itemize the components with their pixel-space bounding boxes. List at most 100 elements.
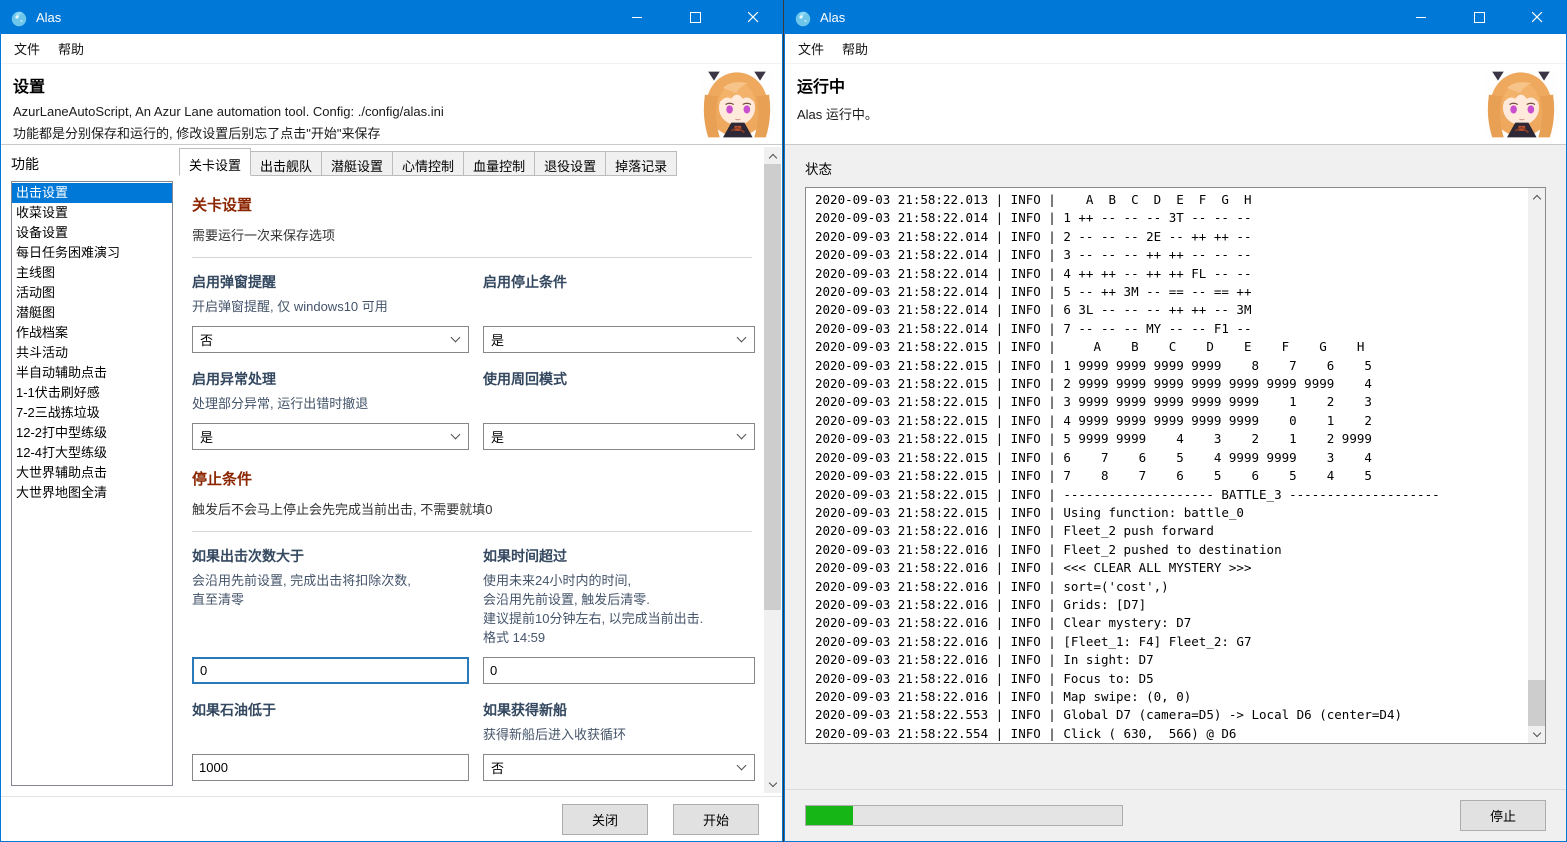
scroll-up-icon[interactable] bbox=[764, 147, 781, 164]
start-button[interactable]: 开始 bbox=[673, 804, 759, 835]
field-label: 启用异常处理 bbox=[192, 369, 469, 389]
dropdown-启用异常处理[interactable]: 是 bbox=[192, 423, 469, 450]
title-bar[interactable]: Alas bbox=[785, 1, 1566, 34]
maximize-icon bbox=[690, 12, 701, 23]
title-bar[interactable]: Alas bbox=[1, 1, 782, 34]
dropdown-启用弹窗提醒[interactable]: 否 bbox=[192, 326, 469, 353]
log-line: 2020-09-03 21:58:22.014 | INFO | 2 -- --… bbox=[815, 228, 1525, 246]
menu-item-帮助[interactable]: 帮助 bbox=[833, 34, 877, 63]
sidebar-item[interactable]: 潜艇图 bbox=[12, 303, 172, 323]
log-line: 2020-09-03 21:58:22.554 | INFO | Click (… bbox=[815, 725, 1525, 743]
sidebar-item[interactable]: 设备设置 bbox=[12, 223, 172, 243]
divider bbox=[192, 257, 752, 258]
sidebar-item[interactable]: 半自动辅助点击 bbox=[12, 363, 172, 383]
field-label: 如果石油低于 bbox=[192, 700, 469, 720]
scrollbar-thumb[interactable] bbox=[764, 164, 781, 610]
input-如果时间超过[interactable]: 0 bbox=[483, 657, 755, 684]
log-box: 2020-09-03 21:58:22.013 | INFO | A B C D… bbox=[805, 187, 1546, 744]
tab-出击舰队[interactable]: 出击舰队 bbox=[250, 151, 322, 176]
sidebar-item[interactable]: 主线图 bbox=[12, 263, 172, 283]
log-line: 2020-09-03 21:58:22.015 | INFO | 6 7 6 5… bbox=[815, 449, 1525, 467]
fields-grid: 启用弹窗提醒开启弹窗提醒, 仅 windows10 可用否启用停止条件是启用异常… bbox=[192, 272, 752, 450]
tab-潜艇设置[interactable]: 潜艇设置 bbox=[321, 151, 393, 176]
log-line: 2020-09-03 21:58:22.014 | INFO | 4 ++ ++… bbox=[815, 265, 1525, 283]
scroll-down-icon[interactable] bbox=[764, 776, 781, 793]
sidebar-item[interactable]: 大世界地图全清 bbox=[12, 483, 172, 503]
sidebar-list[interactable]: 出击设置收菜设置设备设置每日任务困难演习主线图活动图潜艇图作战档案共斗活动半自动… bbox=[11, 181, 173, 786]
runner-window: Alas 文件帮助 运行中 Alas 运行中。 bbox=[784, 0, 1567, 842]
close-button[interactable] bbox=[1508, 1, 1566, 34]
log-line: 2020-09-03 21:58:22.016 | INFO | Grids: … bbox=[815, 596, 1525, 614]
dropdown-启用停止条件[interactable]: 是 bbox=[483, 326, 755, 353]
log-line: 2020-09-03 21:58:22.016 | INFO | Map swi… bbox=[815, 688, 1525, 706]
field-label: 如果获得新船 bbox=[483, 700, 755, 720]
field-description: 开启弹窗提醒, 仅 windows10 可用 bbox=[192, 297, 469, 316]
menu-item-帮助[interactable]: 帮助 bbox=[49, 34, 93, 63]
sidebar-item[interactable]: 12-4打大型练级 bbox=[12, 443, 172, 463]
scroll-down-icon[interactable] bbox=[1528, 726, 1545, 743]
menu-item-文件[interactable]: 文件 bbox=[789, 34, 833, 63]
field-description: 使用未来24小时内的时间, bbox=[483, 571, 755, 590]
log-line: 2020-09-03 21:58:22.015 | INFO | Using f… bbox=[815, 504, 1525, 522]
dropdown-使用周回模式[interactable]: 是 bbox=[483, 423, 755, 450]
log-line: 2020-09-03 21:58:22.013 | INFO | A B C D… bbox=[815, 191, 1525, 209]
dropdown-value: 否 bbox=[491, 758, 504, 777]
scrollbar-thumb[interactable] bbox=[1528, 680, 1545, 726]
close-settings-button[interactable]: 关闭 bbox=[562, 804, 648, 835]
tab-关卡设置[interactable]: 关卡设置 bbox=[179, 148, 251, 176]
input-value: 1000 bbox=[199, 760, 228, 775]
maximize-button[interactable] bbox=[666, 1, 724, 34]
runner-footer: 停止 bbox=[785, 789, 1566, 841]
menu-item-文件[interactable]: 文件 bbox=[5, 34, 49, 63]
section-heading: 停止条件 bbox=[192, 468, 752, 489]
maximize-button[interactable] bbox=[1450, 1, 1508, 34]
tab-掉落记录[interactable]: 掉落记录 bbox=[605, 151, 677, 176]
scroll-up-icon[interactable] bbox=[1528, 188, 1545, 205]
minimize-button[interactable] bbox=[608, 1, 666, 34]
settings-scrollbar[interactable] bbox=[764, 147, 781, 793]
input-value: 0 bbox=[490, 663, 497, 678]
form-field: 如果时间超过使用未来24小时内的时间,会沿用先前设置, 触发后清零.建议提前10… bbox=[483, 546, 755, 684]
sidebar-item[interactable]: 收菜设置 bbox=[12, 203, 172, 223]
sidebar-item[interactable]: 1-1伏击刷好感 bbox=[12, 383, 172, 403]
tab-血量控制[interactable]: 血量控制 bbox=[463, 151, 535, 176]
input-如果出击次数大于[interactable]: 0 bbox=[192, 657, 469, 684]
sidebar-item[interactable]: 活动图 bbox=[12, 283, 172, 303]
sidebar-item[interactable]: 作战档案 bbox=[12, 323, 172, 343]
divider bbox=[192, 531, 752, 532]
close-button[interactable] bbox=[724, 1, 782, 34]
form-field: 启用弹窗提醒开启弹窗提醒, 仅 windows10 可用否 bbox=[192, 272, 469, 353]
runner-title: 运行中 bbox=[797, 73, 1566, 97]
log-line: 2020-09-03 21:58:22.014 | INFO | 7 -- --… bbox=[815, 320, 1525, 338]
tab-心情控制[interactable]: 心情控制 bbox=[392, 151, 464, 176]
log-line: 2020-09-03 21:58:22.014 | INFO | 3 -- --… bbox=[815, 246, 1525, 264]
menu-bar-right: 文件帮助 bbox=[785, 34, 1566, 64]
input-value: 0 bbox=[200, 663, 207, 678]
log-scrollbar[interactable] bbox=[1528, 188, 1545, 743]
tab-退役设置[interactable]: 退役设置 bbox=[534, 151, 606, 176]
log-line: 2020-09-03 21:58:22.015 | INFO | 3 9999 … bbox=[815, 393, 1525, 411]
sidebar-item[interactable]: 7-2三战拣垃圾 bbox=[12, 403, 172, 423]
sidebar-item[interactable]: 共斗活动 bbox=[12, 343, 172, 363]
minimize-button[interactable] bbox=[1392, 1, 1450, 34]
log-line: 2020-09-03 21:58:22.014 | INFO | 1 ++ --… bbox=[815, 209, 1525, 227]
log-line: 2020-09-03 21:58:22.016 | INFO | Fleet_2… bbox=[815, 522, 1525, 540]
settings-body: 功能 出击设置收菜设置设备设置每日任务困难演习主线图活动图潜艇图作战档案共斗活动… bbox=[1, 145, 782, 796]
field-label: 启用弹窗提醒 bbox=[192, 272, 469, 292]
status-label: 状态 bbox=[805, 158, 1546, 178]
sidebar-item[interactable]: 大世界辅助点击 bbox=[12, 463, 172, 483]
header-subtitle-1: AzurLaneAutoScript, An Azur Lane automat… bbox=[13, 104, 782, 119]
sidebar-item[interactable]: 12-2打中型练级 bbox=[12, 423, 172, 443]
log-line: 2020-09-03 21:58:22.016 | INFO | <<< CLE… bbox=[815, 559, 1525, 577]
input-如果石油低于[interactable]: 1000 bbox=[192, 754, 469, 781]
log-line: 2020-09-03 21:58:22.015 | INFO | 2 9999 … bbox=[815, 375, 1525, 393]
log-line: 2020-09-03 21:58:22.016 | INFO | [Fleet_… bbox=[815, 633, 1525, 651]
dropdown-如果获得新船[interactable]: 否 bbox=[483, 754, 755, 781]
form-field: 如果出击次数大于会沿用先前设置, 完成出击将扣除次数,直至清零0 bbox=[192, 546, 469, 684]
runner-header: 运行中 Alas 运行中。 bbox=[785, 64, 1566, 145]
stop-button[interactable]: 停止 bbox=[1460, 800, 1546, 831]
sidebar-item[interactable]: 出击设置 bbox=[12, 183, 172, 203]
avatar bbox=[700, 68, 774, 141]
runner-subtitle: Alas 运行中。 bbox=[797, 104, 1566, 123]
sidebar-item[interactable]: 每日任务困难演习 bbox=[12, 243, 172, 263]
